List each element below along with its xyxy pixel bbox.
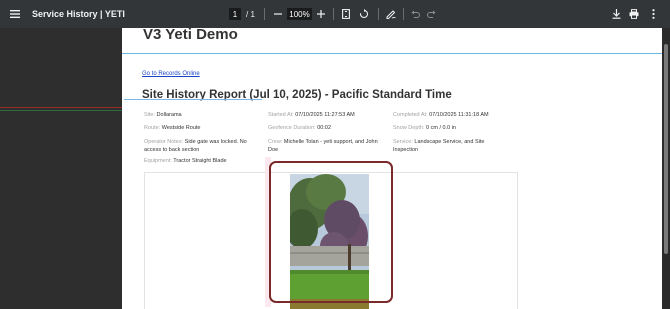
service-field: Service: Landscape Service, and Site Ins…	[393, 139, 485, 153]
title-underline	[124, 99, 262, 100]
more-icon[interactable]	[647, 0, 659, 28]
toolbar-divider	[378, 8, 379, 20]
operator-notes-field: Operator Notes: Side gate was locked. No…	[144, 139, 247, 153]
zoom-level-input[interactable]: 100%	[287, 8, 312, 20]
toolbar-divider	[333, 8, 334, 20]
snow-depth-field: Snow Depth: 0 cm / 0.0 in	[393, 125, 456, 131]
company-name: V3 Yeti Demo	[143, 28, 238, 43]
undo-icon[interactable]	[409, 0, 421, 28]
records-online-link[interactable]: Go to Records Online	[142, 71, 200, 77]
draw-icon[interactable]	[385, 0, 397, 28]
toolbar-divider	[264, 8, 265, 20]
rotate-icon[interactable]	[358, 0, 370, 28]
page-total: / 1	[246, 9, 255, 19]
redo-icon[interactable]	[425, 0, 437, 28]
margin-line	[0, 107, 122, 108]
zoom-in-icon[interactable]	[315, 0, 327, 28]
pdf-toolbar: Service History | YETI 1 / 1 100%	[0, 0, 670, 28]
geofence-duration-field: Geofence Duration: 00:02	[268, 125, 331, 131]
started-at-field: Started At: 07/10/2025 11:27:53 AM	[268, 112, 355, 118]
header-rule	[122, 53, 662, 54]
completed-at-field: Completed At: 07/10/2025 11:31:18 AM	[393, 112, 489, 118]
document-title: Service History | YETI	[32, 9, 125, 19]
crew-field: Crew: Michelle Tolan - yeti support, and…	[268, 139, 378, 153]
site-field: Site: Dollarama	[144, 112, 182, 118]
toolbar-divider	[403, 8, 404, 20]
scrollbar-thumb[interactable]	[664, 44, 668, 254]
menu-icon[interactable]	[8, 0, 22, 28]
viewer-margin	[0, 28, 122, 309]
equipment-field: Equipment: Tractor Straight Blade	[144, 158, 227, 164]
page-number-input[interactable]: 1	[229, 8, 241, 20]
margin-line	[0, 110, 122, 111]
zoom-out-icon[interactable]	[272, 0, 284, 28]
fit-page-icon[interactable]	[340, 0, 352, 28]
print-icon[interactable]	[627, 0, 641, 28]
photo-selection-frame	[269, 161, 393, 303]
route-field: Route: Westside Route	[144, 125, 201, 131]
download-icon[interactable]	[609, 0, 623, 28]
pdf-page: V3 Yeti Demo Go to Records Online Site H…	[122, 28, 662, 309]
